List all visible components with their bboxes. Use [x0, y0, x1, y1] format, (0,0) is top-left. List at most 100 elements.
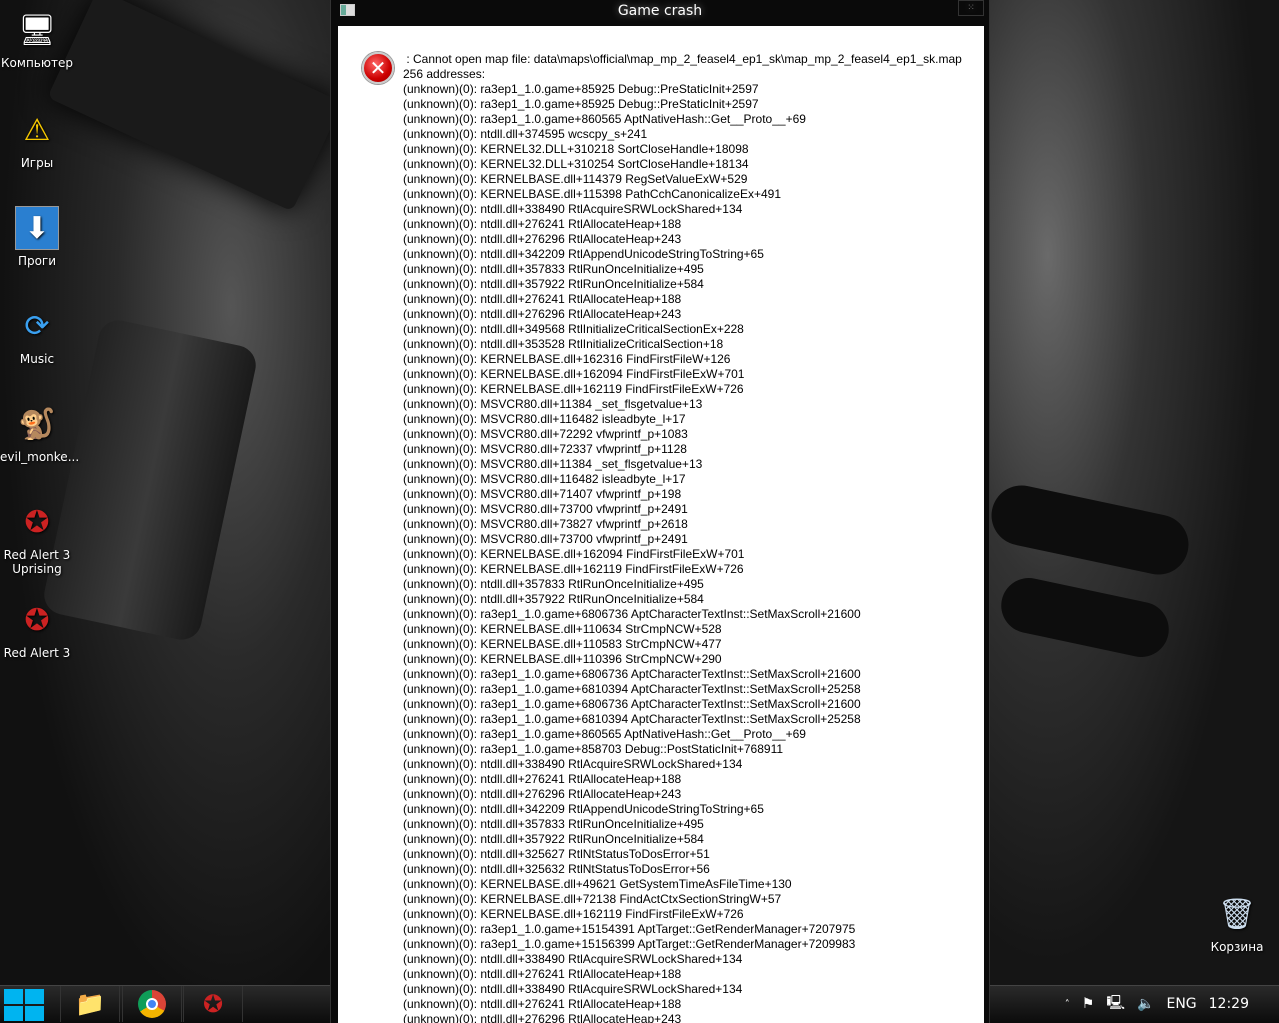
desktop-icon-label: Red Alert 3	[3, 646, 71, 660]
crash-message-line: (unknown)(0): ra3ep1_1.0.game+6806736 Ap…	[403, 667, 861, 681]
window-title: Game crash	[617, 3, 703, 19]
crash-message-line: (unknown)(0): ra3ep1_1.0.game+6810394 Ap…	[403, 712, 861, 726]
monkey-icon: 🐒	[18, 406, 56, 442]
crash-message-line: (unknown)(0): KERNELBASE.dll+110634 StrC…	[403, 622, 722, 636]
crash-message-line: (unknown)(0): KERNELBASE.dll+110583 StrC…	[403, 637, 722, 651]
show-hidden-icons-icon[interactable]: ˄	[1065, 999, 1070, 1010]
crash-message-line: (unknown)(0): ntdll.dll+342209 RtlAppend…	[403, 802, 764, 816]
crash-message-line: (unknown)(0): ntdll.dll+338490 RtlAcquir…	[403, 952, 743, 966]
desktop-icon-label: Игры	[20, 156, 54, 170]
resize-grip-icon[interactable]: ⁙	[958, 0, 984, 16]
taskbar-right: ˄ ⚑ 🖳 🔈 ENG 12:29	[990, 985, 1279, 1023]
crash-message-line: (unknown)(0): ntdll.dll+276241 RtlAlloca…	[403, 997, 682, 1011]
desktop-icon-label: Red Alert 3 Uprising	[3, 548, 71, 576]
crash-message-line: (unknown)(0): ra3ep1_1.0.game+15154391 A…	[403, 922, 856, 936]
chrome-icon	[138, 990, 166, 1018]
sync-icon: ⟳	[24, 308, 50, 344]
crash-message-line: (unknown)(0): ra3ep1_1.0.game+85925 Debu…	[403, 82, 759, 96]
crash-message-line: (unknown)(0): ntdll.dll+349568 RtlInitia…	[403, 322, 744, 336]
crash-message-line: (unknown)(0): ntdll.dll+325632 RtlNtStat…	[403, 862, 710, 876]
crash-message-line: 256 addresses:	[403, 67, 486, 81]
desktop-icon-recycle-bin[interactable]: 🗑 Корзина	[1200, 892, 1274, 955]
title-bar[interactable]: Game crash ⁙	[331, 0, 989, 25]
desktop-icon-label: Music	[19, 352, 55, 366]
crash-message-line: (unknown)(0): ra3ep1_1.0.game+860565 Apt…	[403, 112, 806, 126]
crash-message-line: (unknown)(0): ra3ep1_1.0.game+858703 Deb…	[403, 742, 784, 756]
taskbar-file-explorer[interactable]: 📁	[60, 986, 120, 1022]
desktop-icon-music[interactable]: ⟳ Music	[0, 304, 74, 367]
volume-icon[interactable]: 🔈	[1137, 996, 1154, 1012]
download-icon: ⬇	[15, 206, 59, 250]
crash-message-line: (unknown)(0): ntdll.dll+338490 RtlAcquir…	[403, 757, 743, 771]
crash-message-line: (unknown)(0): ntdll.dll+357922 RtlRunOnc…	[403, 277, 704, 291]
desktop-icon-label: Компьютер	[1, 56, 73, 70]
network-icon[interactable]: 🖳	[1106, 992, 1125, 1016]
crash-dialog-body: ✕ : Cannot open map file: data\maps\offi…	[338, 26, 984, 1023]
game-crash-window: Game crash ⁙ ✕ : Cannot open map file: d…	[330, 0, 990, 1023]
desktop-icon-red-alert-3-uprising[interactable]: ✪ Red Alert 3 Uprising	[0, 500, 74, 577]
crash-message-line: (unknown)(0): ntdll.dll+342209 RtlAppend…	[403, 247, 764, 261]
crash-message-line: (unknown)(0): ra3ep1_1.0.game+6810394 Ap…	[403, 682, 861, 696]
crash-message-line: (unknown)(0): ntdll.dll+338490 RtlAcquir…	[403, 202, 743, 216]
crash-message-line: (unknown)(0): KERNELBASE.dll+162316 Find…	[403, 352, 731, 366]
crash-message-line: (unknown)(0): ntdll.dll+276241 RtlAlloca…	[403, 217, 682, 231]
crash-message-line: (unknown)(0): ntdll.dll+353528 RtlInitia…	[403, 337, 724, 351]
crash-message-line: (unknown)(0): ntdll.dll+357922 RtlRunOnc…	[403, 592, 704, 606]
desktop-icon-games[interactable]: ⚠ Игры	[0, 108, 74, 171]
warning-icon: ⚠	[23, 112, 51, 148]
crash-message-line: (unknown)(0): ntdll.dll+325627 RtlNtStat…	[403, 847, 710, 861]
crash-message-line: (unknown)(0): MSVCR80.dll+11384 _set_fls…	[403, 457, 703, 471]
crash-message-line: (unknown)(0): ntdll.dll+357922 RtlRunOnc…	[403, 832, 704, 846]
crash-message-line: (unknown)(0): ntdll.dll+374595 wcscpy_s+…	[403, 127, 648, 141]
red-alert-icon: ✪	[202, 990, 224, 1018]
crash-message-line: (unknown)(0): KERNELBASE.dll+110396 StrC…	[403, 652, 722, 666]
crash-message-line: (unknown)(0): MSVCR80.dll+72337 vfwprint…	[403, 442, 687, 456]
desktop-icon-evil-monkey[interactable]: 🐒 evil_monke...	[0, 402, 79, 465]
crash-message-line: (unknown)(0): MSVCR80.dll+73700 vfwprint…	[403, 532, 688, 546]
crash-message-line: (unknown)(0): MSVCR80.dll+73700 vfwprint…	[403, 502, 688, 516]
error-icon: ✕	[362, 52, 394, 84]
taskbar-red-alert[interactable]: ✪	[183, 986, 243, 1022]
crash-message-line: (unknown)(0): KERNELBASE.dll+162119 Find…	[403, 907, 744, 921]
taskbar-chrome[interactable]	[122, 986, 182, 1022]
crash-message-line: (unknown)(0): ra3ep1_1.0.game+860565 Apt…	[403, 727, 806, 741]
crash-message-line: (unknown)(0): ntdll.dll+357833 RtlRunOnc…	[403, 262, 704, 276]
crash-message-line: (unknown)(0): ra3ep1_1.0.game+6806736 Ap…	[403, 697, 861, 711]
crash-message-line: (unknown)(0): MSVCR80.dll+11384 _set_fls…	[403, 397, 703, 411]
crash-message-line: (unknown)(0): KERNELBASE.dll+115398 Path…	[403, 187, 781, 201]
crash-message-line: (unknown)(0): MSVCR80.dll+72292 vfwprint…	[403, 427, 688, 441]
crash-message-line: (unknown)(0): ntdll.dll+338490 RtlAcquir…	[403, 982, 743, 996]
clock[interactable]: 12:29	[1209, 996, 1249, 1012]
desktop-icon-progi[interactable]: ⬇ Проги	[0, 206, 74, 268]
red-alert-icon: ✪	[24, 504, 50, 540]
start-button[interactable]	[4, 989, 44, 1021]
red-alert-icon: ✪	[24, 602, 50, 638]
desktop-icon-label: Проги	[17, 254, 57, 268]
crash-message-line: (unknown)(0): MSVCR80.dll+73827 vfwprint…	[403, 517, 688, 531]
crash-message-line: (unknown)(0): KERNELBASE.dll+162119 Find…	[403, 382, 744, 396]
crash-message-line: (unknown)(0): KERNEL32.DLL+310254 SortCl…	[403, 157, 749, 171]
desktop-icon-label: Корзина	[1210, 940, 1264, 954]
crash-message-line: (unknown)(0): ntdll.dll+276296 RtlAlloca…	[403, 787, 682, 801]
crash-message-line: : Cannot open map file: data\maps\offici…	[403, 52, 962, 66]
crash-message-line: (unknown)(0): ntdll.dll+276296 RtlAlloca…	[403, 1012, 682, 1023]
crash-message-line: (unknown)(0): ra3ep1_1.0.game+6806736 Ap…	[403, 607, 861, 621]
language-indicator[interactable]: ENG	[1166, 996, 1196, 1012]
desktop-wallpaper-right	[990, 0, 1279, 1023]
system-tray: ˄ ⚑ 🖳 🔈 ENG 12:29	[1065, 986, 1279, 1022]
recycle-bin-icon: 🗑	[1217, 896, 1257, 932]
crash-message-line: (unknown)(0): ntdll.dll+276296 RtlAlloca…	[403, 307, 682, 321]
desktop-icon-red-alert-3[interactable]: ✪ Red Alert 3	[0, 598, 74, 661]
action-center-flag-icon[interactable]: ⚑	[1082, 996, 1095, 1012]
crash-message-line: (unknown)(0): MSVCR80.dll+116482 isleadb…	[403, 472, 686, 486]
crash-message-line: (unknown)(0): KERNELBASE.dll+72138 FindA…	[403, 892, 782, 906]
crash-message-line: (unknown)(0): ntdll.dll+357833 RtlRunOnc…	[403, 577, 704, 591]
crash-message-line: (unknown)(0): MSVCR80.dll+71407 vfwprint…	[403, 487, 682, 501]
crash-message-line: (unknown)(0): ntdll.dll+276241 RtlAlloca…	[403, 772, 682, 786]
taskbar-left: 📁 ✪	[0, 985, 330, 1023]
crash-message-line: (unknown)(0): MSVCR80.dll+116482 isleadb…	[403, 412, 686, 426]
crash-message-line: (unknown)(0): KERNELBASE.dll+114379 RegS…	[403, 172, 748, 186]
crash-message: : Cannot open map file: data\maps\offici…	[403, 52, 962, 1023]
desktop-icon-computer[interactable]: 🖥 Компьютер	[0, 8, 74, 71]
crash-message-line: (unknown)(0): KERNELBASE.dll+49621 GetSy…	[403, 877, 792, 891]
